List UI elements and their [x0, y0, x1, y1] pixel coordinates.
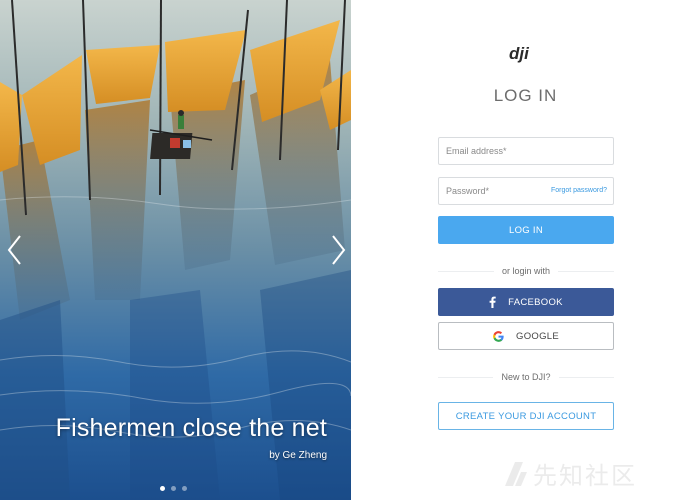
watermark-logo-icon	[505, 461, 527, 486]
login-button-label: LOG IN	[508, 224, 543, 236]
slider-dot-3[interactable]	[182, 486, 187, 491]
divider-line	[438, 270, 494, 272]
slider-dot-2[interactable]	[171, 486, 176, 491]
dji-logo: dji	[509, 44, 530, 63]
login-panel: dji LOG IN Forgot password? LOG IN or lo…	[351, 0, 700, 500]
or-login-divider: or login with	[438, 266, 614, 276]
new-to-dji-label: New to DJI?	[501, 372, 551, 382]
facebook-login-button[interactable]: FACEBOOK	[438, 288, 614, 316]
facebook-button-label: FACEBOOK	[508, 296, 563, 308]
slide-caption-title: Fishermen close the net	[55, 414, 327, 442]
slider-prev-button[interactable]	[4, 233, 26, 267]
watermark-text: 先知社区	[533, 462, 637, 490]
email-field[interactable]	[438, 137, 614, 165]
google-icon	[493, 330, 504, 342]
chevron-right-icon	[332, 235, 346, 265]
facebook-icon	[489, 296, 496, 308]
google-button-label: GOOGLE	[516, 330, 559, 342]
divider-line	[558, 270, 614, 272]
divider-line	[558, 376, 614, 378]
google-login-button[interactable]: GOOGLE	[438, 322, 614, 350]
slider-dots	[160, 486, 187, 491]
email-input[interactable]	[439, 138, 613, 164]
svg-text:dji: dji	[509, 44, 530, 63]
new-to-dji-divider: New to DJI?	[438, 372, 614, 382]
hero-slider: Fishermen close the net by Ge Zheng	[0, 0, 351, 500]
or-login-label: or login with	[501, 266, 551, 276]
password-field[interactable]: Forgot password?	[438, 177, 614, 205]
login-button[interactable]: LOG IN	[438, 216, 614, 244]
slider-dot-1[interactable]	[160, 486, 165, 491]
watermark: 先知社区	[501, 456, 637, 491]
divider-line	[438, 376, 494, 378]
page-title: LOG IN	[493, 86, 558, 105]
slider-next-button[interactable]	[327, 233, 349, 267]
chevron-left-icon	[7, 235, 21, 265]
forgot-password-link[interactable]: Forgot password?	[551, 187, 607, 194]
slide-caption-credit: by Ge Zheng	[269, 450, 327, 461]
create-account-label: CREATE YOUR DJI ACCOUNT	[455, 410, 597, 422]
create-account-button[interactable]: CREATE YOUR DJI ACCOUNT	[438, 402, 614, 430]
